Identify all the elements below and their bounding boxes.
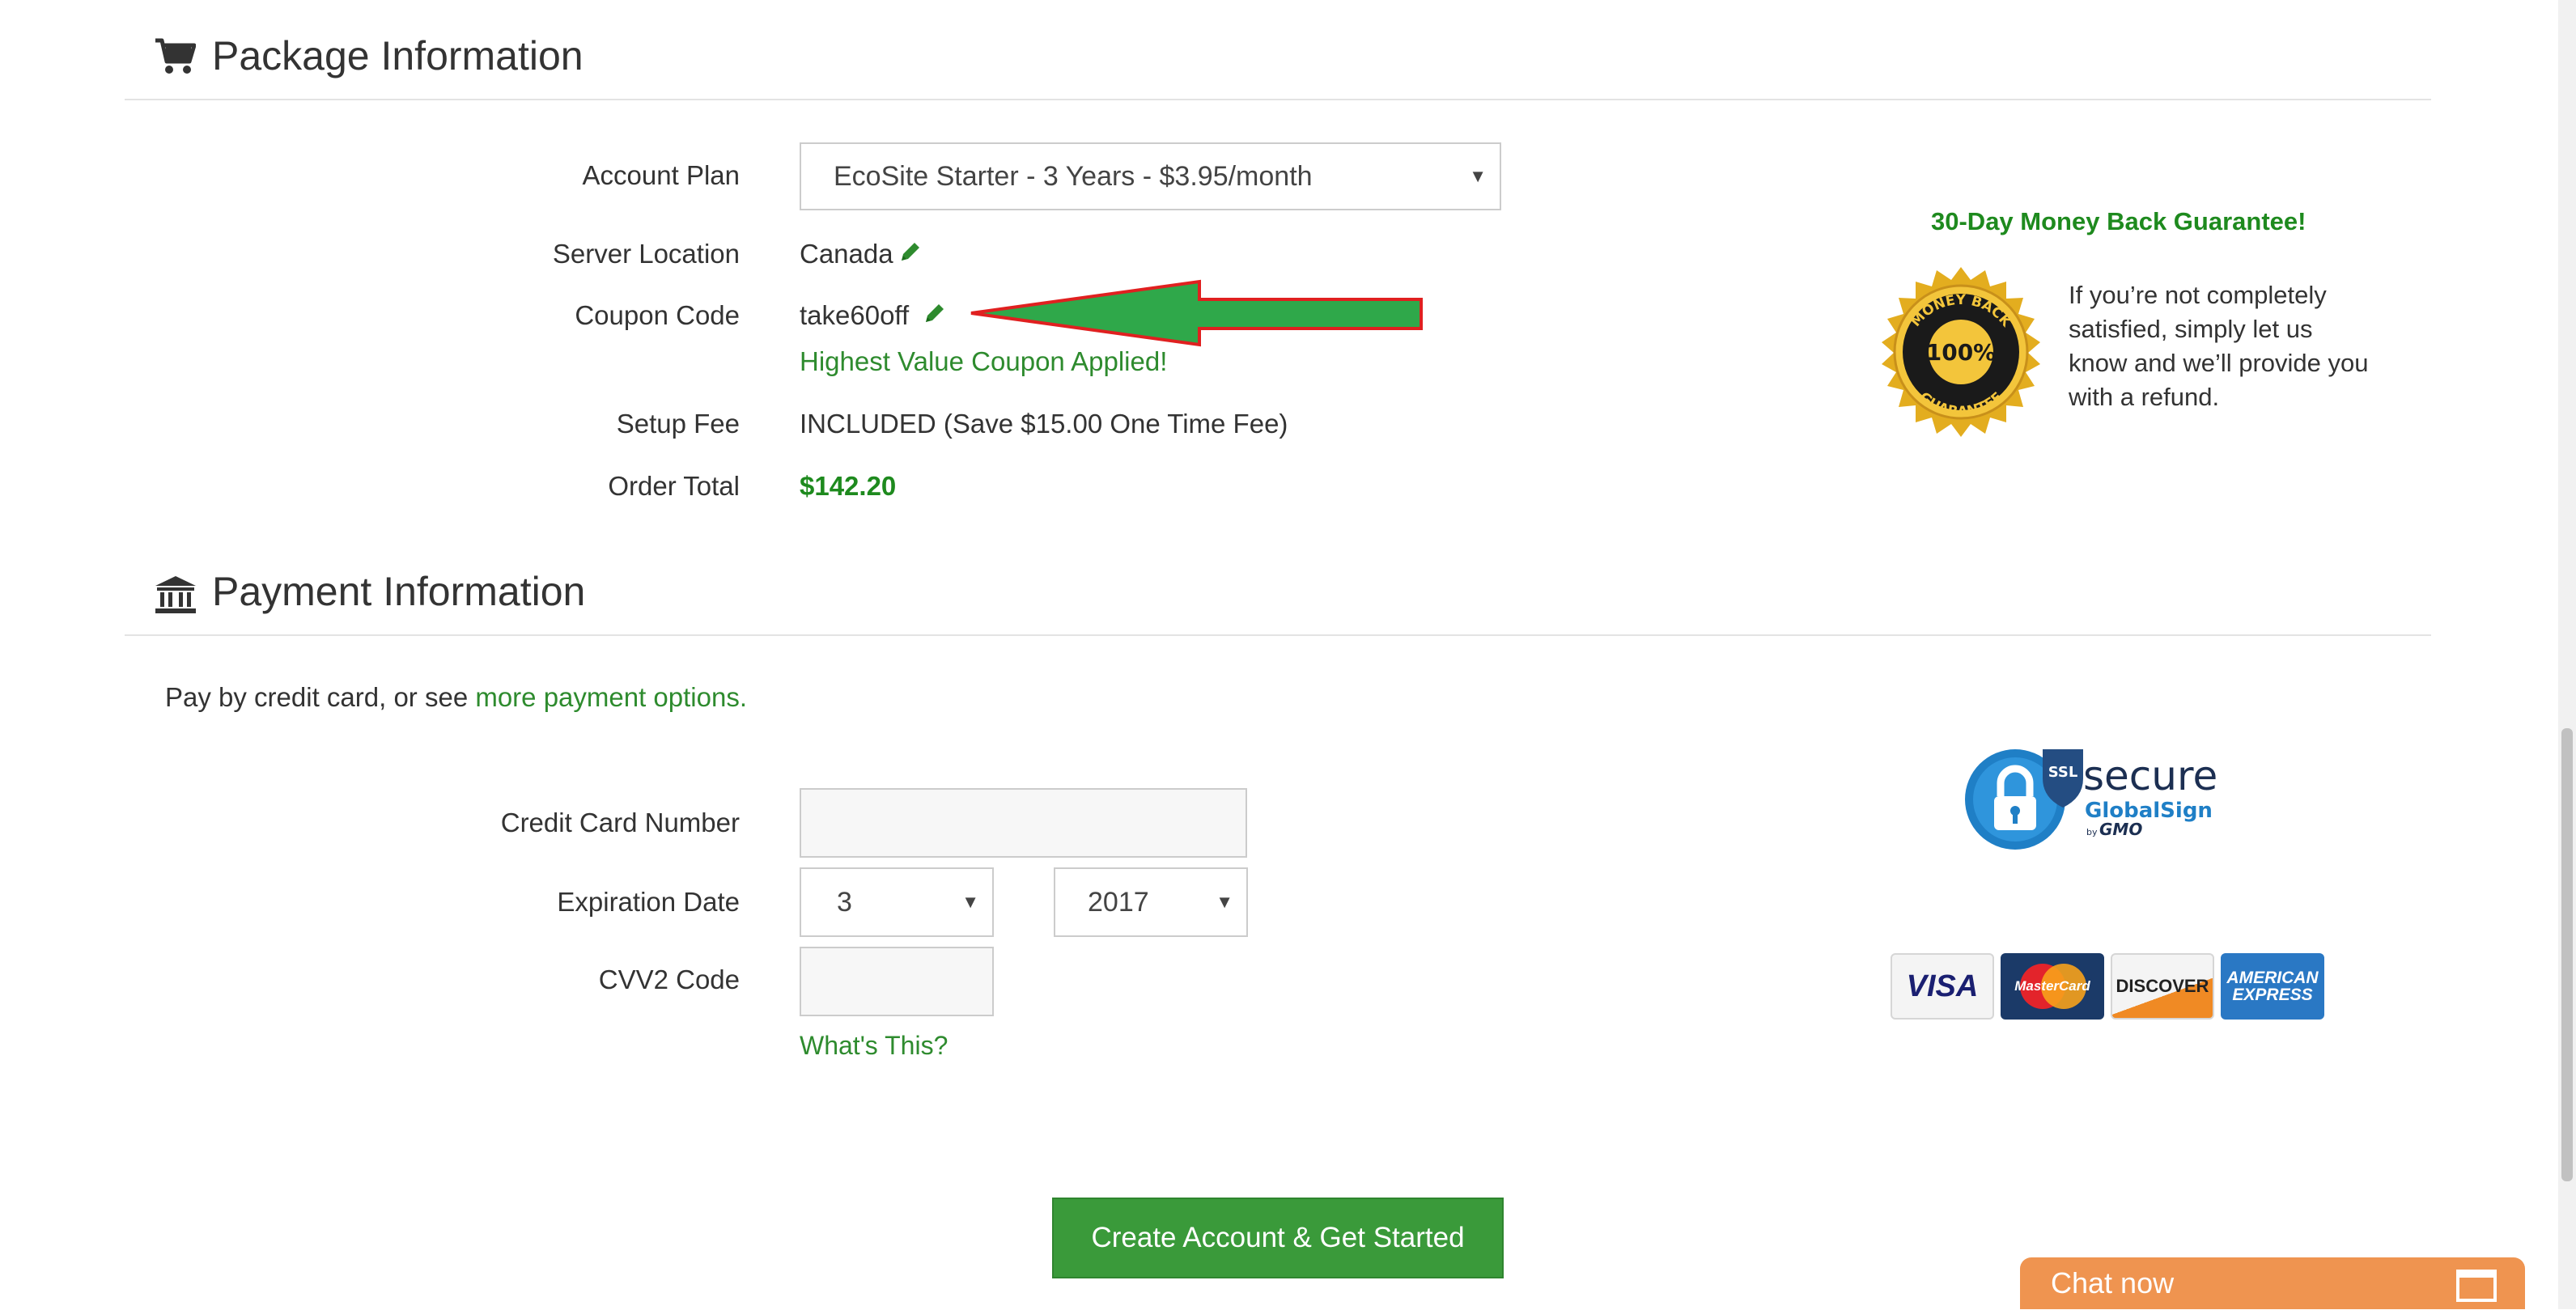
- bank-icon: [154, 574, 197, 615]
- account-plan-value: EcoSite Starter - 3 Years - $3.95/month: [834, 160, 1313, 192]
- exp-year-value: 2017: [1088, 886, 1149, 918]
- by-text: by: [2086, 827, 2098, 837]
- server-location-edit-icon[interactable]: [898, 240, 923, 265]
- coupon-edit-icon[interactable]: [923, 301, 947, 327]
- guarantee-text: If you’re not completely satisfied, simp…: [2069, 281, 2369, 411]
- coupon-status: Highest Value Coupon Applied!: [800, 346, 1168, 376]
- chevron-down-icon: ▼: [961, 892, 979, 912]
- amex-text-line2: EXPRESS: [2232, 986, 2313, 1004]
- payment-section-divider: [125, 634, 2431, 636]
- cc-number-input[interactable]: [800, 788, 1247, 858]
- seal-center-text: 100%: [1926, 339, 1997, 366]
- cart-icon: [154, 37, 197, 76]
- account-plan-select[interactable]: EcoSite Starter - 3 Years - $3.95/month …: [800, 142, 1501, 210]
- secure-text: secure: [2083, 753, 2217, 799]
- package-section-title: Package Information: [212, 33, 584, 78]
- arrow-annotation: [968, 278, 1424, 348]
- payment-section-title: Payment Information: [212, 569, 586, 614]
- order-total-value: $142.20: [800, 471, 897, 501]
- setup-fee-label: Setup Fee: [616, 409, 740, 439]
- discover-card-icon: DISCOVER: [2111, 953, 2214, 1020]
- chat-now-bar[interactable]: Chat now: [2020, 1257, 2525, 1309]
- exp-month-value: 3: [837, 886, 852, 918]
- exp-month-select[interactable]: 3 ▼: [800, 867, 994, 937]
- gmo-text: GMO: [2099, 820, 2142, 839]
- server-location-label: Server Location: [552, 239, 740, 269]
- expiration-date-label: Expiration Date: [557, 887, 740, 917]
- mastercard-text: MasterCard: [2014, 978, 2090, 994]
- create-account-button[interactable]: Create Account & Get Started: [1052, 1198, 1504, 1278]
- amex-text-line1: AMERICAN: [2226, 969, 2319, 987]
- coupon-code-label: Coupon Code: [575, 300, 740, 330]
- more-payment-options-link[interactable]: more payment options.: [475, 682, 747, 712]
- cc-number-label: Credit Card Number: [500, 808, 740, 837]
- chevron-down-icon: ▼: [1216, 892, 1233, 912]
- chevron-down-icon: ▼: [1469, 166, 1487, 186]
- money-back-seal: MONEY BACK GUARANTEE 100%: [1869, 265, 2052, 448]
- mastercard-icon: MasterCard: [2001, 953, 2104, 1020]
- amex-card-icon: AMERICAN EXPRESS: [2221, 953, 2324, 1020]
- cvv-label: CVV2 Code: [598, 964, 740, 994]
- visa-text: VISA: [1906, 969, 1979, 1003]
- order-total-label: Order Total: [608, 471, 740, 501]
- coupon-code-value: take60off: [800, 300, 910, 330]
- visa-card-icon: VISA: [1891, 953, 1994, 1020]
- discover-text: DISCOVER: [2116, 976, 2209, 996]
- ssl-text: SSL: [2048, 764, 2078, 781]
- guarantee-title: 30-Day Money Back Guarantee!: [1931, 207, 2307, 235]
- cvv-input[interactable]: [800, 947, 994, 1016]
- chat-window-icon[interactable]: [2455, 1269, 2497, 1303]
- setup-fee-value: INCLUDED (Save $15.00 One Time Fee): [800, 409, 1288, 439]
- server-location-value: Canada: [800, 239, 893, 269]
- whats-this-link[interactable]: What's This?: [800, 1031, 948, 1061]
- account-plan-label: Account Plan: [582, 160, 740, 190]
- chat-now-label: Chat now: [2051, 1266, 2175, 1299]
- exp-year-select[interactable]: 2017 ▼: [1054, 867, 1248, 937]
- ssl-secure-badge: SSL secure GlobalSign by GMO: [1962, 744, 2229, 851]
- payment-intro-text: Pay by credit card, or see: [165, 682, 476, 712]
- page-scrollbar-thumb[interactable]: [2561, 728, 2573, 1181]
- payment-intro: Pay by credit card, or see more payment …: [165, 682, 747, 713]
- package-section-divider: [125, 99, 2431, 100]
